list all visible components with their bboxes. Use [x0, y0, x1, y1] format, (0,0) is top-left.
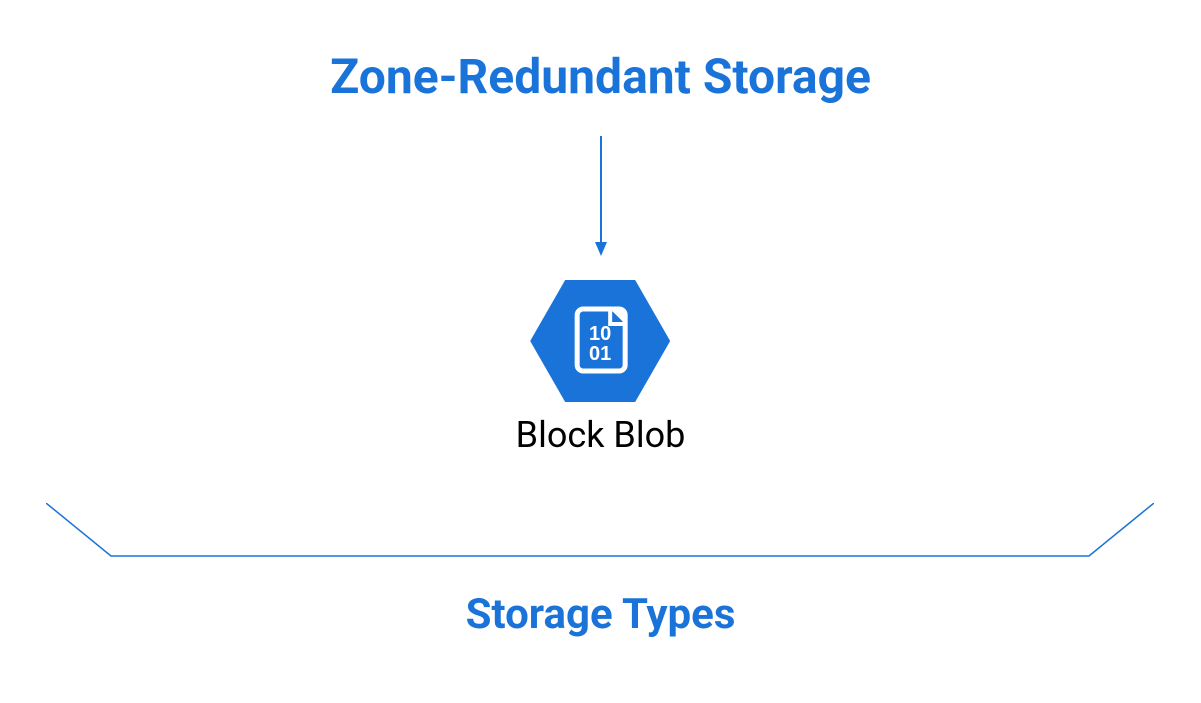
- node-label: Block Blob: [516, 414, 686, 456]
- binary-text-top: 10: [589, 323, 611, 345]
- arrow-down-icon: [592, 136, 610, 260]
- bracket-decoration: [46, 503, 1155, 567]
- title-bottom: Storage Types: [0, 590, 1201, 639]
- hexagon-shape: 10 01: [530, 280, 670, 402]
- storage-node: 10 01 Block Blob: [516, 280, 686, 456]
- binary-text-bottom: 01: [589, 343, 611, 365]
- diagram-container: Zone-Redundant Storage 10 01 Block Blob: [0, 0, 1201, 703]
- title-top: Zone-Redundant Storage: [0, 48, 1201, 105]
